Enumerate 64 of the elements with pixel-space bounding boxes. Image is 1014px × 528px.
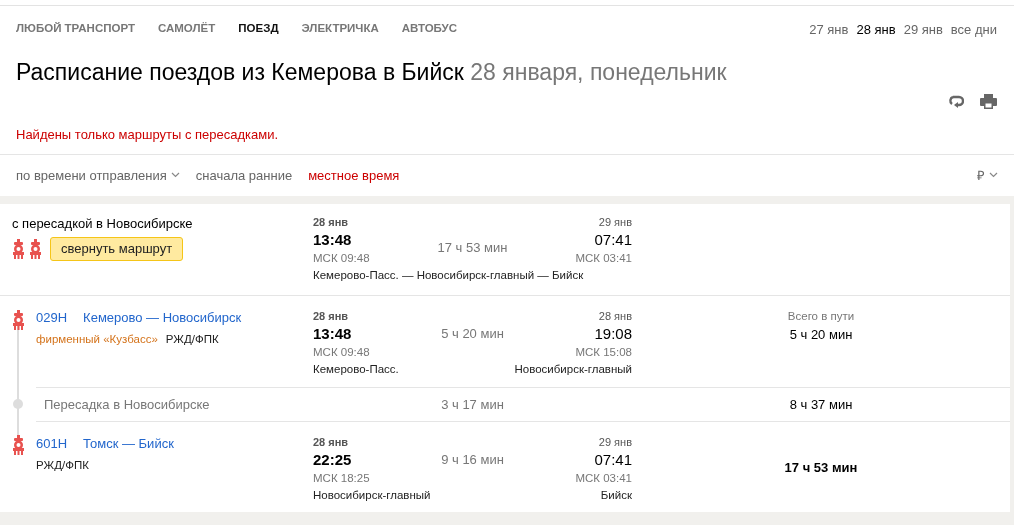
- arrival-date: 29 янв: [598, 434, 632, 450]
- route-stations: Кемерово-Пасс. — Новосибирск-главный — Бийск: [313, 268, 584, 284]
- transport-tab[interactable]: АВТОБУС: [401, 20, 458, 38]
- transport-tab[interactable]: ЛЮБОЙ ТРАНСПОРТ: [16, 20, 135, 38]
- moscow-time: МСК 18:25: [313, 470, 371, 486]
- total-duration: 5 ч 20 мин: [789, 326, 853, 345]
- date-tab[interactable]: все дни: [950, 20, 997, 40]
- carrier-name: РЖД/ФПК: [36, 458, 89, 474]
- carrier-name: РЖД/ФПК: [165, 332, 219, 348]
- train-route-link[interactable]: Кемерово — Новосибирск: [83, 307, 242, 328]
- date-tab[interactable]: 27 янв: [809, 20, 849, 40]
- departure-date: 28 янв: [313, 434, 350, 450]
- train-icon: [12, 434, 25, 455]
- station-name: Новосибирск-главный: [313, 488, 431, 504]
- total-duration: 17 ч 53 мин: [784, 458, 858, 477]
- departure-date: 28 янв: [313, 214, 350, 230]
- page-title: Расписание поездов из Кемерова в Бийск 28 января, понедельник: [15, 58, 728, 87]
- arrival-time: 07:41: [594, 230, 632, 250]
- time-mode-link[interactable]: местное время: [308, 165, 400, 186]
- moscow-time: МСК 09:48: [313, 250, 371, 266]
- travel-duration: 9 ч 16 мин: [441, 451, 504, 467]
- collapse-route-button[interactable]: свернуть маршрут: [50, 237, 184, 261]
- train-brand: фирменный «Кузбасс»: [36, 332, 158, 348]
- arrival-date: 28 янв: [598, 308, 632, 324]
- departure-date: 28 янв: [313, 308, 350, 324]
- transport-tab[interactable]: ПОЕЗД: [238, 20, 279, 38]
- transport-tab[interactable]: ЭЛЕКТРИЧКА: [301, 20, 379, 38]
- arrival-time: 07:41: [594, 450, 632, 470]
- moscow-time: МСК 03:41: [575, 470, 632, 486]
- transfer-label: Пересадка в Новосибирске: [44, 396, 210, 412]
- date-tab[interactable]: 28 янв: [856, 20, 896, 40]
- date-tab[interactable]: 29 янв: [903, 20, 943, 40]
- sort-direction-link[interactable]: сначала ранние: [195, 165, 293, 186]
- train-icon: [12, 239, 25, 260]
- train-route-link[interactable]: Томск — Бийск: [83, 433, 174, 454]
- departure-time: 22:25: [313, 450, 353, 470]
- share-icon: [948, 93, 964, 108]
- train-number-link[interactable]: 029Н: [36, 307, 68, 328]
- transport-tab[interactable]: САМОЛЁТ: [157, 20, 216, 38]
- route-summary-title: с пересадкой в Новосибирске: [12, 214, 194, 233]
- print-icon: [980, 93, 997, 109]
- total-duration: 8 ч 37 мин: [789, 396, 853, 412]
- travel-duration: 17 ч 53 мин: [437, 239, 508, 255]
- station-name: Бийск: [600, 488, 632, 504]
- total-label: Всего в пути: [787, 308, 855, 324]
- station-name: Кемерово-Пасс.: [313, 362, 399, 378]
- currency-dropdown[interactable]: ₽: [977, 165, 998, 186]
- train-number-link[interactable]: 601Н: [36, 433, 68, 454]
- moscow-time: МСК 03:41: [575, 250, 632, 266]
- notice-text: Найдены только маршруты с пересадками.: [16, 126, 279, 142]
- station-name: Новосибирск-главный: [514, 362, 632, 378]
- travel-duration: 5 ч 20 мин: [441, 325, 504, 341]
- transfer-duration: 3 ч 17 мин: [441, 396, 504, 412]
- arrival-date: 29 янв: [598, 214, 632, 230]
- departure-time: 13:48: [313, 230, 353, 250]
- departure-time: 13:48: [313, 324, 353, 344]
- train-icon: [29, 239, 42, 260]
- moscow-time: МСК 15:08: [575, 344, 632, 360]
- sort-dropdown[interactable]: по времени отправления: [16, 165, 180, 186]
- arrival-time: 19:08: [594, 324, 632, 344]
- moscow-time: МСК 09:48: [313, 344, 371, 360]
- chevron-down-icon: [989, 172, 998, 179]
- chevron-down-icon: [170, 172, 180, 179]
- train-icon: [12, 309, 25, 330]
